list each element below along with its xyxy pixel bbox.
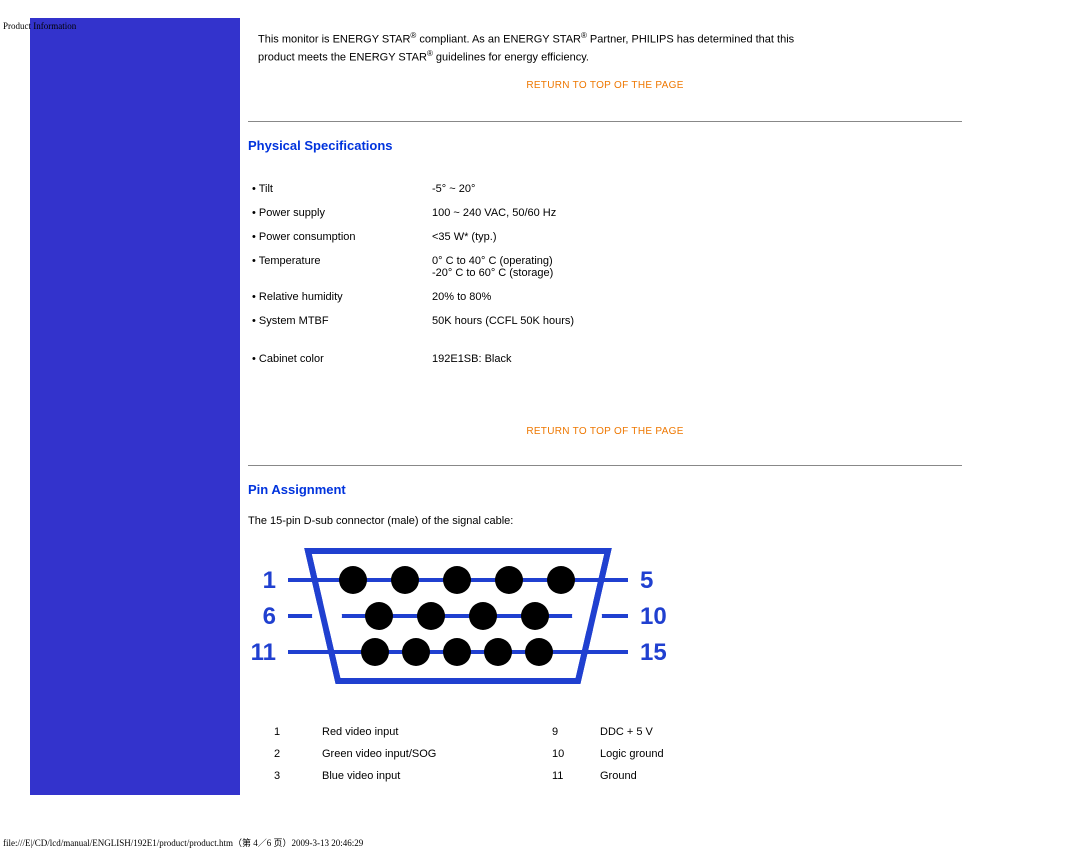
page-footer: file:///E|/CD/lcd/manual/ENGLISH/192E1/p…	[3, 836, 363, 849]
pin-label-11: 11	[251, 639, 276, 666]
spec-label-mtbf: System MTBF	[252, 315, 329, 327]
pin-label: Ground	[596, 765, 826, 787]
dsub-connector-diagram: 1 6 11 5 10 15	[248, 541, 962, 711]
intro-text-1a: This monitor is ENERGY STAR	[258, 34, 410, 46]
pin-label: Logic ground	[596, 743, 826, 765]
pin-num: 3	[270, 765, 318, 787]
energy-star-paragraph: This monitor is ENERGY STAR® compliant. …	[258, 30, 962, 66]
spec-value-temp-op: 0° C to 40° C (operating)	[432, 255, 553, 267]
content: This monitor is ENERGY STAR® compliant. …	[240, 18, 970, 795]
intro-text-1c: Partner, PHILIPS has determined that thi…	[587, 34, 794, 46]
table-row: System MTBF 50K hours (CCFL 50K hours)	[248, 309, 962, 333]
sidebar	[30, 18, 240, 795]
spec-value-power: <35 W* (typ.)	[428, 225, 962, 249]
table-row: 3 Blue video input 11 Ground	[270, 765, 826, 787]
pin-num: 10	[548, 743, 596, 765]
divider	[248, 121, 962, 122]
intro-text-2b: guidelines for energy efficiency.	[433, 52, 589, 64]
table-row: 1 Red video input 9 DDC + 5 V	[270, 721, 826, 743]
pin-table: 1 Red video input 9 DDC + 5 V 2 Green vi…	[270, 721, 826, 787]
intro-text-2a: product meets the ENERGY STAR	[258, 52, 427, 64]
table-row: Cabinet color 192E1SB: Black	[248, 347, 962, 371]
spec-label-rh: Relative humidity	[252, 291, 343, 303]
spec-value-temp-st: -20° C to 60° C (storage)	[432, 267, 553, 279]
pin-label: Green video input/SOG	[318, 743, 548, 765]
page-header: Product Information	[3, 21, 76, 31]
return-to-top-link[interactable]: RETURN TO TOP OF THE PAGE	[248, 426, 962, 437]
pin-label: DDC + 5 V	[596, 721, 826, 743]
spec-value-temp: 0° C to 40° C (operating) -20° C to 60° …	[428, 249, 962, 285]
spec-label-temp: Temperature	[252, 255, 320, 267]
pin-label-15: 15	[640, 639, 667, 666]
pin-label: Red video input	[318, 721, 548, 743]
intro-text-1b: compliant. As an ENERGY STAR	[416, 34, 581, 46]
pin-num: 9	[548, 721, 596, 743]
spec-value-mtbf: 50K hours (CCFL 50K hours)	[428, 309, 962, 333]
spec-label-tilt: Tilt	[252, 183, 273, 195]
pin-label-5: 5	[640, 567, 653, 594]
spec-label-cabinet: Cabinet color	[252, 353, 324, 365]
pin-label: Blue video input	[318, 765, 548, 787]
spec-label-power: Power consumption	[252, 231, 356, 243]
return-to-top-link[interactable]: RETURN TO TOP OF THE PAGE	[248, 80, 962, 91]
pin-label-10: 10	[640, 603, 667, 630]
pin-label-1: 1	[263, 567, 276, 594]
table-row: Power consumption <35 W* (typ.)	[248, 225, 962, 249]
table-row: Temperature 0° C to 40° C (operating) -2…	[248, 249, 962, 285]
pin-num: 1	[270, 721, 318, 743]
table-row: Tilt -5° ~ 20°	[248, 177, 962, 201]
table-row: Power supply 100 ~ 240 VAC, 50/60 Hz	[248, 201, 962, 225]
spec-label-psu: Power supply	[252, 207, 325, 219]
spec-value-tilt: -5° ~ 20°	[428, 177, 962, 201]
spec-value-cabinet: 192E1SB: Black	[428, 347, 962, 371]
spec-table: Tilt -5° ~ 20° Power supply 100 ~ 240 VA…	[248, 177, 962, 371]
pin-num: 11	[548, 765, 596, 787]
table-row: Relative humidity 20% to 80%	[248, 285, 962, 309]
spec-value-rh: 20% to 80%	[428, 285, 962, 309]
pin-assignment-heading: Pin Assignment	[248, 482, 962, 497]
pin-num: 2	[270, 743, 318, 765]
divider	[248, 465, 962, 466]
pin-assignment-description: The 15-pin D-sub connector (male) of the…	[248, 515, 962, 527]
page-body: This monitor is ENERGY STAR® compliant. …	[30, 18, 970, 795]
physical-specifications-heading: Physical Specifications	[248, 138, 962, 153]
pin-label-6: 6	[263, 603, 276, 630]
spec-value-psu: 100 ~ 240 VAC, 50/60 Hz	[428, 201, 962, 225]
table-row	[248, 333, 962, 347]
table-row: 2 Green video input/SOG 10 Logic ground	[270, 743, 826, 765]
